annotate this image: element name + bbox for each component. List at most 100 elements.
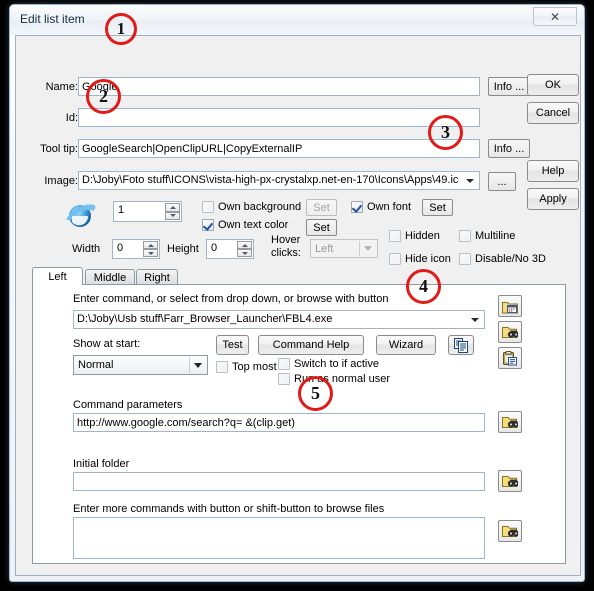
tab-left-label: Left (48, 270, 67, 283)
hover-clicks-label-line2: clicks: (271, 247, 301, 259)
spin-up-icon[interactable] (237, 241, 252, 249)
info-tooltip-button[interactable]: Info ... (488, 139, 530, 158)
folder-browse-icon (502, 326, 518, 338)
name-input[interactable] (78, 77, 480, 96)
browse-more-commands-button[interactable] (498, 520, 522, 542)
switch-to-if-active-label: Switch to if active (294, 358, 379, 370)
top-most-checkbox[interactable]: Top most (216, 361, 277, 373)
browse-parameters-button[interactable] (498, 411, 522, 433)
run-as-normal-user-checkbox[interactable]: Run as normal user (278, 373, 390, 385)
spin-up-icon[interactable] (165, 203, 180, 212)
own-text-color-checkbox[interactable]: Own text color (202, 219, 288, 231)
close-icon: ✕ (549, 10, 561, 24)
command-combobox[interactable]: D:\Joby\Usb stuff\Farr_Browser_Launcher\… (73, 310, 485, 329)
hover-clicks-label-line1: Hover (271, 234, 301, 246)
hidden-label: Hidden (405, 230, 440, 242)
icon-index-value: 1 (118, 204, 125, 216)
checkbox-box (389, 230, 401, 242)
command-help-button[interactable]: Command Help (258, 335, 364, 355)
copy-command-button[interactable] (448, 335, 474, 355)
spin-down-icon[interactable] (143, 249, 158, 257)
folder-browse-icon (502, 475, 518, 487)
top-most-label: Top most (232, 361, 277, 373)
hide-icon-label: Hide icon (405, 253, 451, 265)
height-spin-buttons[interactable] (237, 241, 252, 257)
spin-down-icon[interactable] (237, 249, 252, 257)
ok-button[interactable]: OK (527, 74, 579, 96)
dialog-client-area: Name: Info ... Id: Tool tip: Info ... Im… (15, 35, 581, 576)
icon-index-spinner[interactable]: 1 (113, 201, 182, 222)
show-at-start-label: Show at start: (73, 338, 141, 350)
more-commands-label: Enter more commands with button or shift… (73, 503, 385, 515)
apply-button[interactable]: Apply (527, 188, 579, 210)
checkbox-box (202, 219, 214, 231)
window-title-bar: Edit list item ✕ (10, 5, 584, 35)
icon-index-spin-buttons[interactable] (165, 203, 180, 220)
spin-down-icon[interactable] (165, 211, 180, 220)
width-spin-buttons[interactable] (143, 241, 158, 257)
help-button[interactable]: Help (527, 160, 579, 182)
id-label: Id: (65, 112, 78, 124)
switch-to-if-active-checkbox[interactable]: Switch to if active (278, 358, 379, 370)
own-text-color-set-button[interactable]: Set (306, 219, 337, 236)
tab-left[interactable]: Left (32, 267, 83, 285)
hide-icon-checkbox[interactable]: Hide icon (389, 253, 451, 265)
spin-up-icon[interactable] (143, 241, 158, 249)
checkbox-box (459, 230, 471, 242)
own-text-color-label: Own text color (218, 219, 289, 231)
disable-no3d-checkbox[interactable]: Disable/No 3D (459, 253, 546, 265)
checkbox-box (278, 358, 290, 370)
wizard-button[interactable]: Wizard (376, 335, 436, 355)
own-background-checkbox[interactable]: Own background (202, 201, 301, 213)
chevron-down-icon[interactable] (467, 312, 483, 327)
tab-panel-left: Enter command, or select from drop down,… (32, 284, 566, 564)
name-label: Name: (45, 81, 78, 93)
more-commands-textarea[interactable] (73, 517, 485, 559)
initial-folder-input[interactable] (73, 472, 485, 491)
checkbox-box (351, 201, 363, 213)
id-input[interactable] (78, 108, 480, 127)
own-background-label: Own background (218, 201, 302, 213)
paste-command-button[interactable] (498, 347, 522, 369)
command-parameters-input[interactable] (73, 413, 485, 432)
multiline-label: Multiline (475, 230, 516, 242)
checkbox-box (216, 361, 228, 373)
own-background-set-button[interactable]: Set (306, 199, 337, 216)
insert-special-folder-button[interactable] (498, 295, 522, 317)
cancel-button[interactable]: Cancel (527, 102, 579, 124)
tab-right[interactable]: Right (136, 269, 178, 285)
info-name-button[interactable]: Info ... (488, 77, 530, 96)
own-font-checkbox[interactable]: Own font (351, 201, 411, 213)
copy-page-icon (453, 337, 468, 353)
tab-right-label: Right (144, 271, 170, 284)
disable-no3d-label: Disable/No 3D (475, 253, 546, 265)
close-button[interactable]: ✕ (533, 7, 577, 26)
browse-image-button[interactable]: ... (488, 172, 516, 191)
browse-command-button[interactable] (498, 321, 522, 343)
height-spinner[interactable]: 0 (206, 239, 254, 259)
tab-middle[interactable]: Middle (85, 269, 135, 285)
chevron-down-icon[interactable] (189, 357, 205, 373)
width-label: Width (72, 243, 101, 255)
command-hint-label: Enter command, or select from drop down,… (73, 293, 389, 305)
folder-browse-icon (502, 525, 518, 537)
own-font-set-button[interactable]: Set (422, 199, 453, 216)
image-path-combobox[interactable]: D:\Joby\Foto stuff\ICONS\vista-high-px-c… (78, 171, 480, 190)
chevron-down-icon[interactable] (462, 173, 478, 188)
hidden-checkbox[interactable]: Hidden (389, 230, 440, 242)
browse-initial-folder-button[interactable] (498, 470, 522, 492)
multiline-checkbox[interactable]: Multiline (459, 230, 515, 242)
height-value: 0 (211, 242, 218, 254)
checkbox-box (459, 253, 471, 265)
command-value: D:\Joby\Usb stuff\Farr_Browser_Launcher\… (77, 313, 333, 325)
width-value: 0 (117, 242, 124, 254)
clipboard-paste-icon (503, 350, 517, 365)
hover-clicks-dropdown[interactable]: Left (310, 239, 378, 258)
width-spinner[interactable]: 0 (112, 239, 160, 259)
show-at-start-dropdown[interactable]: Normal (73, 355, 208, 375)
tooltip-input[interactable] (78, 139, 480, 158)
edit-list-item-window: Edit list item ✕ Name: Info ... Id: Tool… (9, 4, 585, 582)
chevron-down-icon[interactable] (359, 241, 375, 256)
test-button[interactable]: Test (216, 335, 249, 355)
command-parameters-label: Command parameters (73, 399, 183, 411)
